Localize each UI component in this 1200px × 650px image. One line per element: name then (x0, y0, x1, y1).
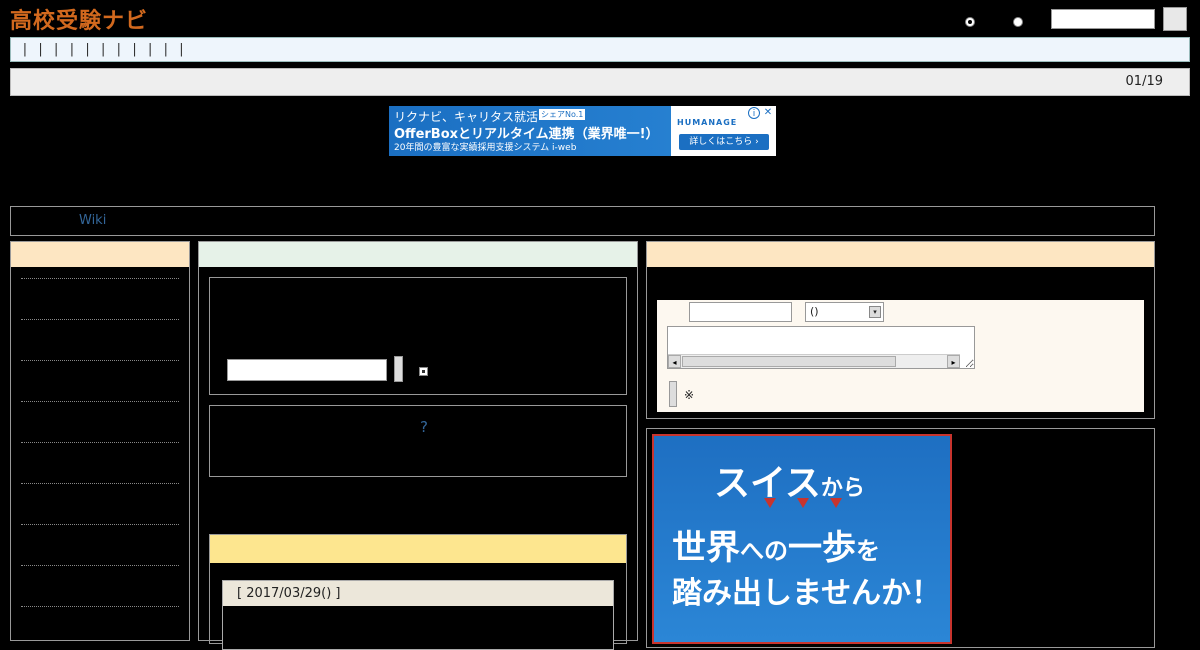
sidebar-divider (21, 360, 179, 361)
sidebar-divider (21, 483, 179, 484)
keyword-search-button[interactable] (394, 356, 403, 382)
main-column-header (199, 242, 637, 267)
sidebar-divider (21, 565, 179, 566)
site-logo[interactable]: 高校受験ナビ (10, 3, 148, 35)
search-button[interactable] (1163, 7, 1187, 31)
search-scope-radio-2[interactable] (1013, 17, 1023, 27)
textarea-scrollbar[interactable]: ◂ ▸ (668, 354, 960, 368)
keyword-input[interactable] (227, 359, 387, 381)
ad-cta-button[interactable]: 詳しくはこちら › (679, 134, 769, 150)
submit-button[interactable] (669, 381, 677, 407)
sidebar-divider (21, 319, 179, 320)
search-input[interactable] (1051, 9, 1155, 29)
global-nav-bar[interactable]: | | | | | | | | | | | (10, 37, 1190, 62)
promo-line-1: スイスから (714, 463, 865, 504)
scroll-right-icon[interactable]: ▸ (947, 355, 960, 368)
category-select[interactable]: () ▾ (805, 302, 884, 322)
sidebar-divider (21, 606, 179, 607)
ad-line-3: 20年間の豊富な実績採用支援システム i-web (394, 143, 577, 153)
left-sidebar (10, 241, 190, 641)
sidebar-divider (21, 278, 179, 279)
news-panel-header (210, 535, 626, 563)
breadcrumb-bar: Wiki (10, 206, 1155, 236)
triangle-icon (764, 498, 776, 508)
sidebar-divider (21, 401, 179, 402)
promo-line-2: 世界への一歩を (672, 528, 880, 568)
ad-tag: シェアNo.1 (539, 109, 586, 120)
triangle-icon (797, 498, 809, 508)
triangle-icon (830, 498, 842, 508)
ad-banner[interactable]: リクナビ、キャリタス就活 シェアNo.1 OfferBoxとリアルタイム連携（業… (389, 106, 776, 156)
help-link[interactable]: ? (420, 418, 428, 436)
promo-line-3: 踏み出しませんか！ (672, 576, 942, 611)
ad-info-icon[interactable]: i (748, 107, 760, 119)
chevron-down-icon[interactable]: ▾ (869, 306, 881, 318)
sidebar-divider (21, 442, 179, 443)
category-select-value: () (810, 305, 819, 318)
left-sidebar-header (11, 242, 189, 267)
news-panel: [ 2017/03/29() ] (209, 534, 627, 650)
promo-banner[interactable]: スイスから 世界への一歩を 踏み出しませんか！ (652, 434, 952, 644)
sidebar-divider (21, 524, 179, 525)
ad-brand-name: HUMANAGE (677, 118, 738, 127)
news-item: [ 2017/03/29() ] (222, 580, 614, 650)
scroll-left-icon[interactable]: ◂ (668, 355, 681, 368)
right-panel-header (647, 242, 1154, 267)
search-scope-radio-1[interactable] (965, 17, 975, 27)
wiki-link[interactable]: Wiki (79, 213, 106, 228)
option-checkbox[interactable] (419, 367, 428, 376)
news-item-date: [ 2017/03/29() ] (223, 581, 613, 606)
name-input[interactable] (689, 302, 792, 322)
date-bar: 01/19 (10, 68, 1190, 96)
scroll-thumb[interactable] (682, 356, 896, 367)
ad-brand-area: HUMANAGE 詳しくはこちら › (671, 106, 776, 156)
current-date: 01/19 (1125, 74, 1163, 89)
form-note: ※ (684, 388, 695, 402)
ad-close-icon[interactable]: ✕ (762, 107, 774, 119)
help-panel: ? (209, 405, 627, 477)
